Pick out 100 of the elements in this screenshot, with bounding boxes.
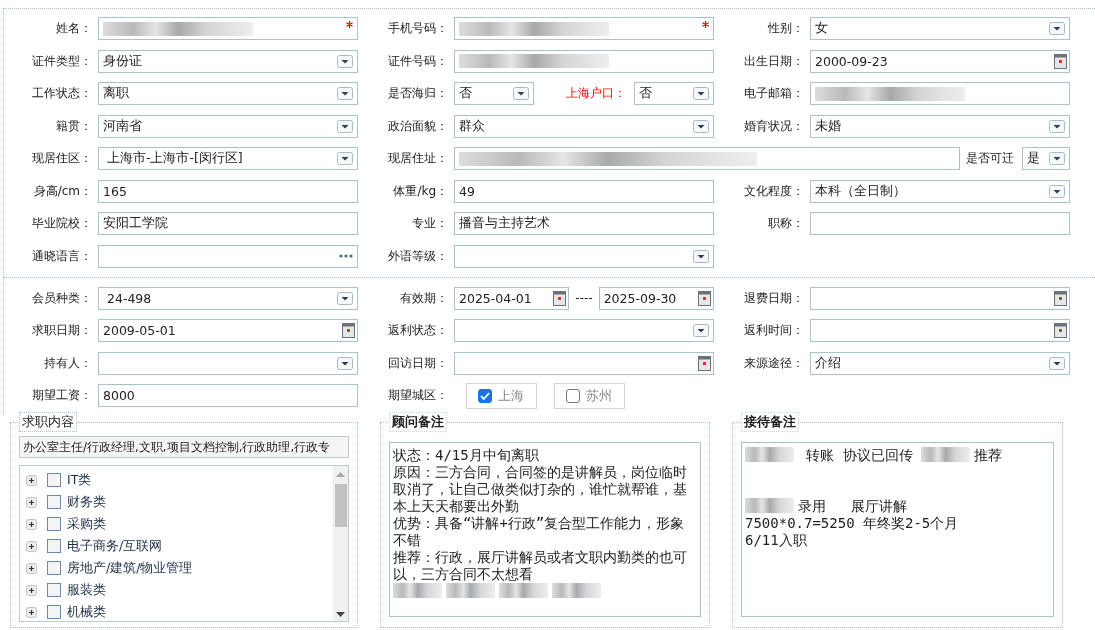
field-label: 职称： bbox=[767, 215, 805, 232]
field-label: 返利状态： bbox=[387, 322, 449, 339]
tree-item[interactable]: 采购类 bbox=[67, 515, 106, 533]
note-text: 推荐 bbox=[974, 447, 1003, 463]
dropdown[interactable]: 否 bbox=[454, 82, 534, 105]
dropdown[interactable] bbox=[454, 244, 714, 268]
text-field[interactable] bbox=[810, 212, 1070, 235]
caret-icon bbox=[337, 356, 353, 370]
text-field[interactable] bbox=[810, 82, 1070, 105]
field-label: 性别： bbox=[767, 20, 805, 37]
dropdown[interactable]: 介绍 bbox=[810, 351, 1070, 375]
expand-icon[interactable] bbox=[26, 562, 37, 574]
dropdown[interactable]: 上海市-上海市-[闵行区] bbox=[98, 147, 358, 170]
dropdown[interactable]: 群众 bbox=[454, 114, 714, 138]
date-field[interactable] bbox=[810, 319, 1070, 342]
date-field[interactable] bbox=[454, 351, 714, 375]
field-label: 求职日期： bbox=[31, 322, 93, 339]
tree-item[interactable]: 机械类 bbox=[67, 603, 106, 621]
note-text: 原因：三方合同，合同签的是讲解员，岗位临时取消了，让自己做类似打杂的，谁忙就帮谁，基本上天天都要出外勤 bbox=[393, 464, 687, 514]
dropdown[interactable]: 是 bbox=[1022, 147, 1070, 170]
date-field[interactable]: 2025-09-30 bbox=[598, 286, 714, 310]
text-field[interactable] bbox=[454, 17, 714, 40]
dropdown[interactable]: 女 bbox=[810, 17, 1070, 40]
caret-icon bbox=[513, 87, 529, 100]
caret-icon bbox=[337, 291, 353, 305]
caret-icon bbox=[337, 119, 353, 133]
tree-item[interactable]: IT类 bbox=[67, 471, 92, 489]
dropdown[interactable] bbox=[98, 351, 358, 375]
checkbox-button[interactable]: 苏州 bbox=[554, 382, 625, 409]
calendar-icon bbox=[342, 323, 355, 338]
scroll-down-icon[interactable] bbox=[336, 612, 345, 617]
checkbox[interactable] bbox=[47, 539, 61, 553]
text-field[interactable]: 安阳工学院 bbox=[98, 212, 358, 235]
scroll-thumb[interactable] bbox=[334, 484, 347, 527]
checkbox[interactable] bbox=[47, 605, 61, 619]
expand-icon[interactable] bbox=[26, 584, 37, 596]
field-label: 有效期： bbox=[399, 289, 449, 307]
scrollbar[interactable] bbox=[333, 466, 348, 621]
text-field[interactable]: 8000 bbox=[98, 384, 358, 407]
tree-item[interactable]: 财务类 bbox=[67, 493, 106, 511]
checkbox-button[interactable]: 上海 bbox=[466, 382, 537, 409]
text-field[interactable]: 165 bbox=[98, 179, 358, 203]
field-label: 文化程度： bbox=[743, 182, 805, 200]
expand-icon[interactable] bbox=[26, 474, 37, 486]
checkbox[interactable] bbox=[566, 388, 580, 403]
more-icon bbox=[339, 254, 353, 258]
tree-item[interactable]: 服装类 bbox=[67, 581, 106, 599]
dropdown[interactable]: 未婚 bbox=[810, 114, 1070, 138]
dropdown[interactable] bbox=[454, 319, 714, 342]
checkbox[interactable] bbox=[478, 388, 492, 403]
date-field[interactable]: 2000-09-23 bbox=[810, 49, 1070, 73]
field-label: 身高/cm： bbox=[32, 182, 93, 200]
checkbox[interactable] bbox=[47, 517, 61, 531]
text-field[interactable]: 播音与主持艺术 bbox=[454, 212, 714, 235]
text-field[interactable] bbox=[454, 49, 714, 73]
picker-field[interactable] bbox=[98, 244, 358, 268]
date-field[interactable]: 2025-04-01 bbox=[454, 286, 570, 310]
field-label: 工作状态： bbox=[31, 85, 93, 102]
caret-icon bbox=[337, 87, 353, 100]
field-label: 持有人： bbox=[43, 354, 93, 372]
field-label: 外语等级： bbox=[387, 247, 449, 265]
expand-icon[interactable] bbox=[26, 606, 37, 618]
expand-icon[interactable] bbox=[26, 540, 37, 552]
caret-icon bbox=[1049, 184, 1065, 198]
caret-icon bbox=[693, 324, 709, 337]
date-field[interactable]: 2009-05-01 bbox=[98, 319, 358, 342]
dropdown[interactable]: 24-498 bbox=[98, 286, 358, 310]
caret-icon bbox=[693, 119, 709, 133]
checkbox[interactable] bbox=[47, 561, 61, 575]
field-label: 通晓语言： bbox=[31, 247, 93, 265]
panel-title: 顾问备注 bbox=[389, 412, 447, 432]
checkbox[interactable] bbox=[47, 473, 61, 487]
dropdown[interactable]: 离职 bbox=[98, 82, 358, 105]
note-text: 推荐：行政，展厅讲解员或者文职内勤类的也可以，三方合同不太想看 bbox=[393, 549, 687, 582]
dropdown[interactable]: 本科（全日制） bbox=[810, 179, 1070, 203]
checkbox[interactable] bbox=[47, 583, 61, 597]
dropdown[interactable]: 否 bbox=[634, 82, 714, 105]
text-field[interactable] bbox=[98, 17, 358, 40]
dropdown[interactable]: 身份证 bbox=[98, 49, 358, 73]
caret-icon bbox=[693, 87, 709, 100]
text-field[interactable] bbox=[454, 147, 960, 170]
expand-icon[interactable] bbox=[26, 518, 37, 530]
expand-icon[interactable] bbox=[26, 496, 37, 508]
date-field[interactable] bbox=[810, 286, 1070, 310]
notes-field[interactable]: 转账 协议已回传 推荐 录用 展厅讲解 7500*0.7=5250 年终奖2-5个月 6/11入职 bbox=[741, 442, 1054, 617]
selected-jobs-field[interactable]: 办公室主任/行政经理,文职,项目文档控制,行政助理,行政专 bbox=[19, 436, 349, 458]
tree-item[interactable]: 房地产/建筑/物业管理 bbox=[67, 559, 193, 577]
tree-item[interactable]: 电子商务/互联网 bbox=[67, 537, 163, 555]
checkbox[interactable] bbox=[47, 495, 61, 509]
dropdown[interactable]: 河南省 bbox=[98, 114, 358, 138]
text-field[interactable]: 49 bbox=[454, 179, 714, 203]
field-label: 是否海归： bbox=[387, 85, 449, 102]
calendar-icon bbox=[698, 290, 711, 306]
calendar-icon bbox=[1054, 323, 1067, 338]
range-separator: ---- bbox=[575, 291, 593, 305]
notes-field[interactable]: 状态：4/15月中旬离职 原因：三方合同，合同签的是讲解员，岗位临时取消了，让自己做类似打杂的，谁忙就帮谁，基本上天天都要出外勤 优势：具备“讲解+行政”复合型工作能力，形象不错 推荐：行政，展厅讲解员或者文职内勤类的也可以，三方合同不太想看 bbox=[389, 442, 701, 617]
caret-icon bbox=[693, 249, 709, 263]
scroll-up-icon[interactable] bbox=[336, 472, 345, 477]
calendar-icon bbox=[553, 290, 567, 306]
field-label: 出生日期： bbox=[743, 52, 805, 70]
